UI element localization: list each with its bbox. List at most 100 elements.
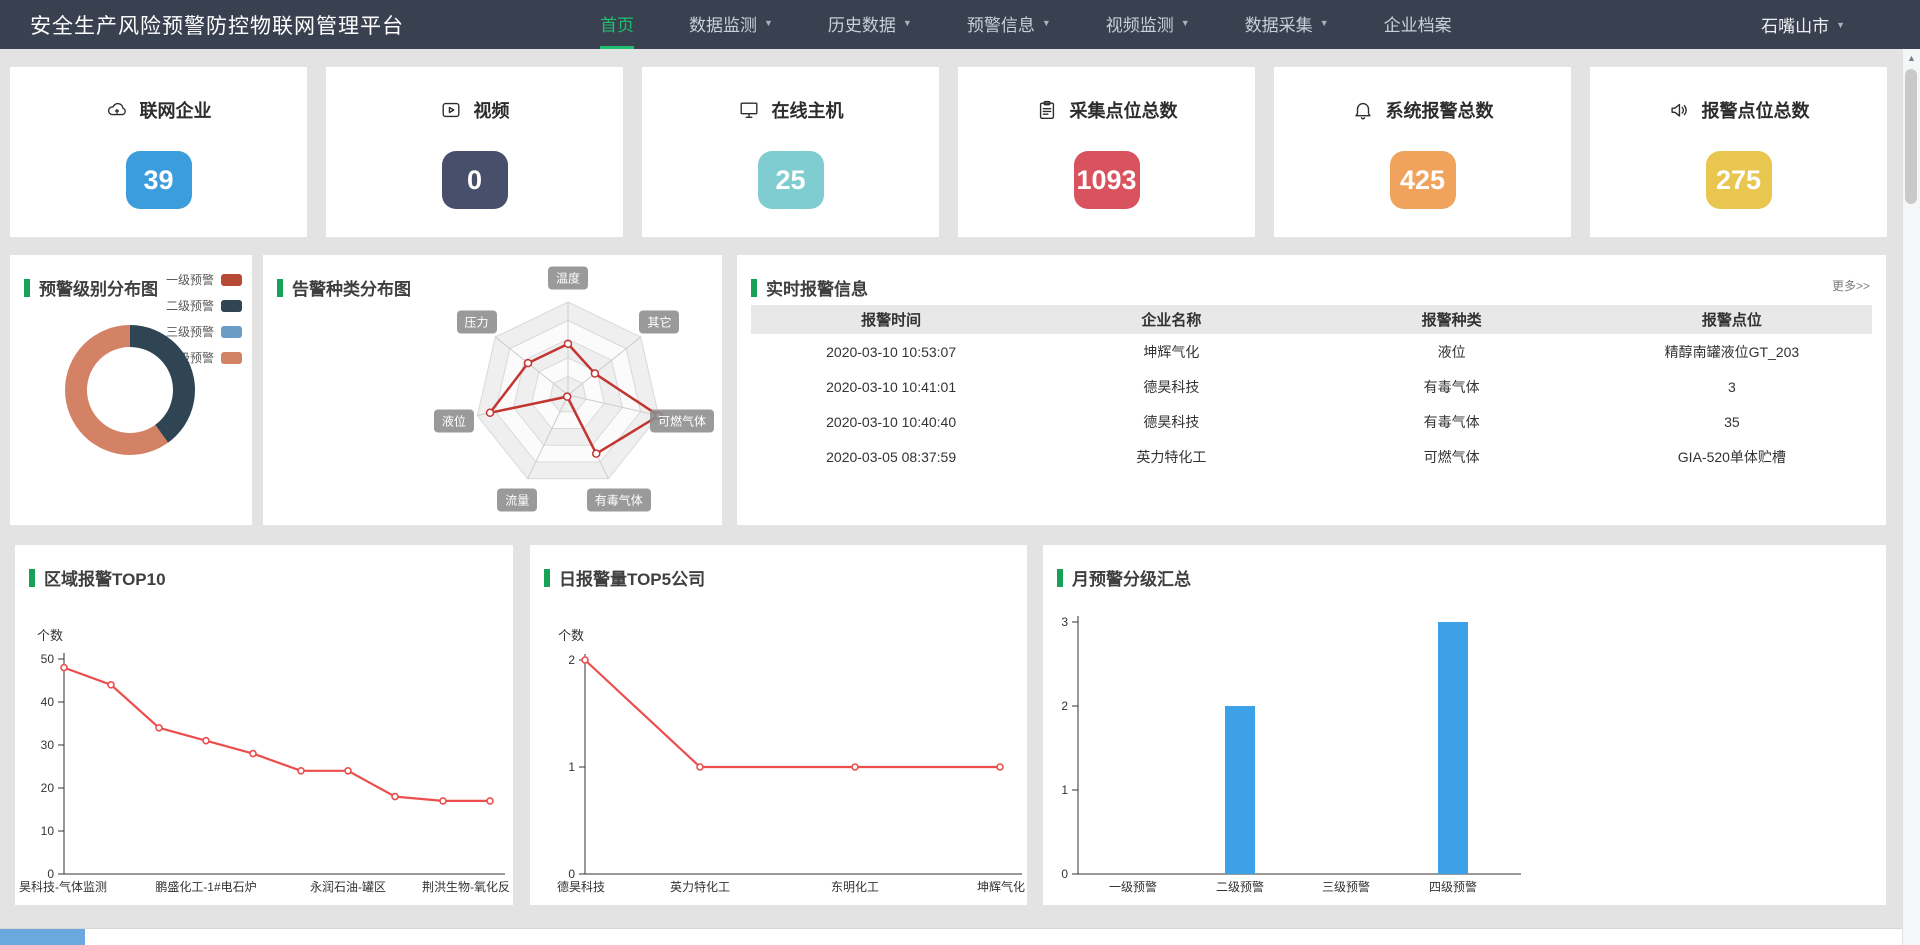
legend-swatch xyxy=(221,326,242,338)
stat-label: 视频 xyxy=(474,97,510,123)
stat-value-badge: 0 xyxy=(442,151,508,209)
stat-card-4[interactable]: 系统报警总数 425 xyxy=(1274,67,1571,237)
svg-text:40: 40 xyxy=(41,695,55,709)
nav-item-label: 企业档案 xyxy=(1384,11,1452,36)
cloud-icon xyxy=(106,99,128,121)
nav-item-label: 数据采集 xyxy=(1245,11,1313,36)
table-row[interactable]: 2020-03-10 10:41:01德昊科技有毒气体3 xyxy=(751,369,1872,404)
stat-label: 在线主机 xyxy=(772,97,844,123)
svg-text:0: 0 xyxy=(47,867,54,881)
region-top10-chart: 个数01020304050昊科技-气体监测鹏盛化工-1#电石炉永润石油-罐区荆洪… xyxy=(15,545,513,905)
nav-item-0[interactable]: 首页 xyxy=(600,0,634,49)
bell-icon xyxy=(1352,99,1374,121)
stat-value-badge: 1093 xyxy=(1074,151,1140,209)
stat-card-5[interactable]: 报警点位总数275 xyxy=(1590,67,1887,237)
daily-top5-panel: 日报警量TOP5公司 个数012德昊科技英力特化工东明化工坤辉气化 xyxy=(530,545,1027,905)
stat-label: 联网企业 xyxy=(140,97,212,123)
radar-axis-label-3: 有毒气体 xyxy=(587,489,651,512)
vertical-scrollbar[interactable]: ▲ xyxy=(1902,49,1920,945)
chevron-down-icon: ▼ xyxy=(903,18,912,28)
table-row[interactable]: 2020-03-05 08:37:59英力特化工可燃气体GIA-520单体贮槽 xyxy=(751,439,1872,474)
chevron-down-icon: ▼ xyxy=(764,18,773,28)
stat-label: 系统报警总数 xyxy=(1386,97,1494,123)
nav-menu: 首页数据监测▼历史数据▼预警信息▼视频监测▼数据采集▼企业档案 xyxy=(600,0,1452,49)
svg-text:30: 30 xyxy=(41,738,55,752)
alarm-type-panel: 告警种类分布图 温度其它可燃气体有毒气体流量液位压力 xyxy=(263,255,722,525)
svg-text:10: 10 xyxy=(41,824,55,838)
svg-text:德昊科技: 德昊科技 xyxy=(557,879,605,894)
legend-swatch xyxy=(221,274,242,286)
stat-card-1[interactable]: 视频 0 xyxy=(326,67,623,237)
alarm-table-header: 报警时间企业名称报警种类报警点位 xyxy=(751,305,1872,334)
stat-value-badge: 25 xyxy=(758,151,824,209)
stat-head: 系统报警总数 xyxy=(1274,97,1571,123)
title-accent-bar xyxy=(751,279,757,297)
svg-text:2: 2 xyxy=(1061,699,1068,713)
stat-value-badge: 425 xyxy=(1390,151,1456,209)
radar-axis-label-2: 可燃气体 xyxy=(650,410,714,433)
svg-text:二级预警: 二级预警 xyxy=(1216,879,1264,894)
legend-item-1[interactable]: 二级预警 xyxy=(166,297,242,314)
stat-label: 报警点位总数 xyxy=(1702,97,1810,123)
legend-swatch xyxy=(221,300,242,312)
table-cell: GIA-520单体贮槽 xyxy=(1592,439,1872,474)
nav-item-2[interactable]: 历史数据 ▼ xyxy=(828,0,912,49)
radar-axis-label-0: 温度 xyxy=(548,267,588,290)
clipboard-icon xyxy=(1036,99,1058,121)
stat-card-0[interactable]: 联网企业39 xyxy=(10,67,307,237)
svg-text:英力特化工: 英力特化工 xyxy=(670,879,730,894)
svg-text:1: 1 xyxy=(1061,783,1068,797)
donut-hole xyxy=(87,347,173,433)
svg-text:荆洪生物-氧化反: 荆洪生物-氧化反 xyxy=(422,880,510,894)
daily-top5-chart: 个数012德昊科技英力特化工东明化工坤辉气化 xyxy=(530,545,1027,905)
table-cell: 35 xyxy=(1592,404,1872,439)
table-row[interactable]: 2020-03-10 10:53:07坤辉气化液位精醇南罐液位GT_203 xyxy=(751,334,1872,369)
nav-item-4[interactable]: 视频监测▼ xyxy=(1106,0,1190,49)
table-cell: 坤辉气化 xyxy=(1031,334,1311,369)
nav-item-3[interactable]: 预警信息▼ xyxy=(967,0,1051,49)
svg-text:鹏盛化工-1#电石炉: 鹏盛化工-1#电石炉 xyxy=(155,879,256,894)
stat-card-3[interactable]: 采集点位总数 1093 xyxy=(958,67,1255,237)
nav-item-1[interactable]: 数据监测▼ xyxy=(689,0,773,49)
table-cell: 2020-03-10 10:53:07 xyxy=(751,334,1031,369)
table-cell: 精醇南罐液位GT_203 xyxy=(1592,334,1872,369)
alarm-col-2: 报警种类 xyxy=(1312,305,1592,334)
nav-item-label: 视频监测 xyxy=(1106,11,1174,36)
speaker-icon xyxy=(1668,99,1690,121)
svg-text:昊科技-气体监测: 昊科技-气体监测 xyxy=(19,879,107,894)
panel-title-text: 预警级别分布图 xyxy=(39,275,158,300)
radar-svg xyxy=(263,255,722,525)
legend-item-2[interactable]: 三级预警 xyxy=(166,323,242,340)
radar-axis-label-1: 其它 xyxy=(639,311,679,334)
svg-text:个数: 个数 xyxy=(37,628,63,643)
table-cell: 英力特化工 xyxy=(1031,439,1311,474)
more-link[interactable]: 更多>> xyxy=(1832,277,1870,294)
title-accent-bar xyxy=(24,279,30,297)
table-row[interactable]: 2020-03-10 10:40:40德昊科技有毒气体35 xyxy=(751,404,1872,439)
monthly-summary-panel: 月预警分级汇总 0123一级预警二级预警三级预警四级预警 xyxy=(1043,545,1886,905)
legend-item-0[interactable]: 一级预警 xyxy=(166,271,242,288)
nav-item-label: 预警信息 xyxy=(967,11,1035,36)
legend-label: 一级预警 xyxy=(166,271,214,288)
table-cell: 2020-03-10 10:41:01 xyxy=(751,369,1031,404)
svg-text:0: 0 xyxy=(1061,867,1068,881)
alarm-col-3: 报警点位 xyxy=(1592,305,1872,334)
stat-head: 采集点位总数 xyxy=(958,97,1255,123)
region-selector[interactable]: 石嘴山市 ▼ xyxy=(1761,12,1845,37)
svg-text:四级预警: 四级预警 xyxy=(1429,879,1477,894)
monthly-summary-chart: 0123一级预警二级预警三级预警四级预警 xyxy=(1043,545,1886,905)
bottom-strip xyxy=(0,928,1920,945)
stat-label: 采集点位总数 xyxy=(1070,97,1178,123)
app-title: 安全生产风险预警防控物联网管理平台 xyxy=(30,10,404,40)
nav-item-6[interactable]: 企业档案 xyxy=(1384,0,1452,49)
svg-text:1: 1 xyxy=(568,760,575,774)
nav-item-5[interactable]: 数据采集 ▼ xyxy=(1245,0,1329,49)
realtime-alarm-panel: 实时报警信息 更多>> 报警时间企业名称报警种类报警点位 2020-03-10 … xyxy=(737,255,1886,525)
scrollbar-thumb[interactable] xyxy=(1905,69,1917,204)
stat-card-2[interactable]: 在线主机 25 xyxy=(642,67,939,237)
bottom-blue-segment xyxy=(0,929,85,945)
chevron-down-icon: ▼ xyxy=(1320,18,1329,28)
scroll-up-button[interactable]: ▲ xyxy=(1903,49,1920,66)
video-icon xyxy=(440,99,462,121)
nav-item-label: 历史数据 xyxy=(828,11,896,36)
